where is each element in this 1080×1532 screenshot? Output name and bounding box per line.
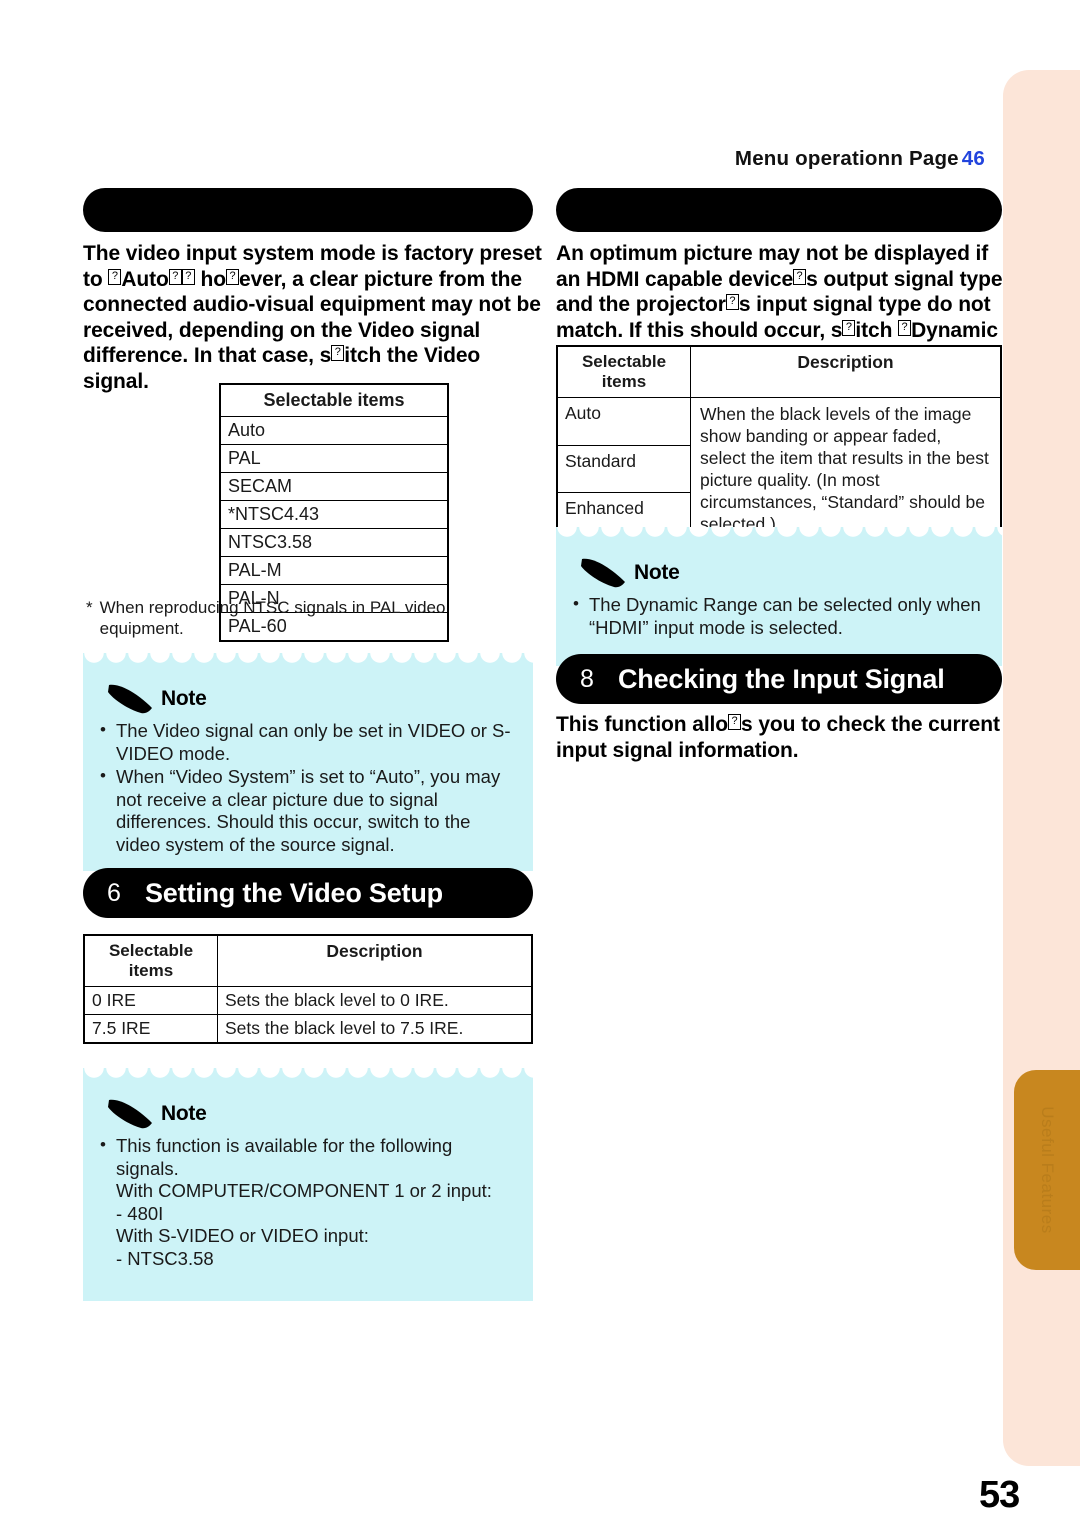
dynamic-range-description-cell: When the black levels of the image show … bbox=[690, 397, 1002, 542]
table-row: 7.5 IRE Sets the black level to 7.5 IRE. bbox=[83, 1014, 533, 1044]
missing-glyph-box: ? bbox=[728, 714, 742, 730]
checking-input-signal-paragraph: This function allo? s you to check the cu… bbox=[556, 713, 1000, 762]
left-intro-paragraph: The video input system mode is factory p… bbox=[83, 242, 542, 393]
missing-glyph-box: ? bbox=[793, 268, 807, 285]
dyn-col1-header: Selectable items bbox=[556, 345, 691, 398]
note-sub-line: - 480I bbox=[116, 1202, 164, 1224]
ire-description-cell: Sets the black level to 7.5 IRE. bbox=[217, 1014, 533, 1044]
items-table-cell: SECAM bbox=[219, 472, 449, 501]
items-table-header: Selectable items bbox=[219, 383, 449, 417]
footnote-marker: * bbox=[86, 598, 93, 617]
note-heading: Note bbox=[578, 557, 986, 589]
note-title: Note bbox=[161, 687, 207, 710]
items-table-cell: *NTSC4.43 bbox=[219, 500, 449, 529]
note-title: Note bbox=[634, 561, 680, 584]
note-item: This function is available for the follo… bbox=[99, 1134, 517, 1270]
note-item: The Dynamic Range can be selected only w… bbox=[572, 593, 986, 639]
menu-operation-marker-icon: n bbox=[890, 147, 904, 170]
note-list: The Dynamic Range can be selected only w… bbox=[572, 593, 986, 639]
note-box-video-setup: Note This function is available for the … bbox=[83, 1068, 533, 1301]
items-table-cell: PAL-M bbox=[219, 556, 449, 585]
page-edge-tab-label: Useful Features bbox=[1038, 1106, 1057, 1234]
running-header: Menu operationn Page 46 bbox=[735, 147, 985, 171]
note-title: Note bbox=[161, 1102, 207, 1125]
table-row: *NTSC4.43 bbox=[219, 500, 449, 529]
page-ref-number: 46 bbox=[961, 147, 985, 170]
page-number: 53 bbox=[979, 1474, 1020, 1516]
missing-glyph-box: ? bbox=[168, 268, 182, 285]
note-heading: Note bbox=[105, 1098, 517, 1130]
missing-glyph-box: ? bbox=[725, 294, 739, 310]
dynamic-range-item-cell: Auto bbox=[556, 397, 691, 446]
note-pen-icon bbox=[581, 558, 625, 588]
dynamic-range-item-cell: Standard bbox=[556, 444, 691, 494]
footnote-text: When reproducing NTSC signals in PAL vid… bbox=[99, 598, 446, 638]
note-item: The Video signal can only be set in VIDE… bbox=[99, 719, 517, 765]
missing-glyph-box: ? bbox=[842, 319, 856, 336]
table-row: PAL-M bbox=[219, 556, 449, 585]
table-row: Auto When the black levels of the image s… bbox=[556, 397, 1002, 542]
ire-col2-header: Description bbox=[217, 934, 533, 987]
dyn-col2-header: Description bbox=[690, 345, 1002, 398]
note-list: The Video signal can only be set in VIDE… bbox=[99, 719, 517, 856]
section-pill-video-setup: 6 Setting the Video Setup bbox=[83, 868, 533, 918]
missing-glyph-box: ? bbox=[898, 319, 912, 336]
right-section-pill-redacted bbox=[556, 188, 1002, 232]
table-row: SECAM bbox=[219, 472, 449, 501]
page-edge-tab: Useful Features bbox=[1014, 1070, 1080, 1270]
note-list: This function is available for the follo… bbox=[99, 1134, 517, 1270]
section-pill-checking-input-signal: 8 Checking the Input Signal bbox=[556, 654, 1002, 704]
items-table-cell: PAL bbox=[219, 444, 449, 473]
missing-glyph-box: ? bbox=[331, 345, 345, 361]
video-system-footnote: * When reproducing NTSC signals in PAL v… bbox=[86, 597, 526, 639]
dynamic-range-table: Selectable items Description Auto When th… bbox=[556, 345, 1002, 542]
page-ref-label: Page bbox=[908, 147, 959, 170]
note-pen-icon bbox=[108, 684, 152, 714]
menu-operation-label: Menu operation bbox=[734, 147, 891, 170]
note-pen-icon bbox=[108, 1099, 152, 1129]
video-setup-ire-table: Selectable items Description 0 IRE Sets t… bbox=[83, 934, 533, 1044]
items-table-cell: Auto bbox=[219, 416, 449, 445]
section-number: 8 bbox=[580, 664, 594, 693]
note-sub-line: With S-VIDEO or VIDEO input: bbox=[116, 1225, 369, 1246]
table-row: Auto bbox=[219, 416, 449, 445]
note-box-dynamic-range: Note The Dynamic Range can be selected o… bbox=[556, 527, 1002, 666]
table-row: PAL bbox=[219, 444, 449, 473]
missing-glyph-box: ? bbox=[181, 268, 195, 285]
section-title: Checking the Input Signal bbox=[618, 663, 945, 694]
ire-col1-header: Selectable items bbox=[83, 934, 218, 987]
note-item: When “Video System” is set to “Auto”, yo… bbox=[99, 765, 517, 856]
ire-item-cell: 0 IRE bbox=[83, 986, 218, 1015]
note-box-video-system: Note The Video signal can only be set in… bbox=[83, 653, 533, 871]
section-title: Setting the Video Setup bbox=[145, 877, 443, 908]
note-sub-line: - NTSC3.58 bbox=[116, 1247, 214, 1269]
left-section-pill-redacted bbox=[83, 188, 533, 232]
table-row: 0 IRE Sets the black level to 0 IRE. bbox=[83, 986, 533, 1015]
items-table-cell: NTSC3.58 bbox=[219, 528, 449, 557]
ire-item-cell: 7.5 IRE bbox=[83, 1014, 218, 1044]
table-row: NTSC3.58 bbox=[219, 528, 449, 557]
missing-glyph-box: ? bbox=[225, 268, 239, 285]
missing-glyph-box: ? bbox=[108, 268, 122, 285]
ire-description-cell: Sets the black level to 0 IRE. bbox=[217, 986, 533, 1015]
note-sub-line: With COMPUTER/COMPONENT 1 or 2 input: bbox=[116, 1180, 492, 1201]
note-heading: Note bbox=[105, 683, 517, 715]
section-number: 6 bbox=[107, 878, 121, 907]
